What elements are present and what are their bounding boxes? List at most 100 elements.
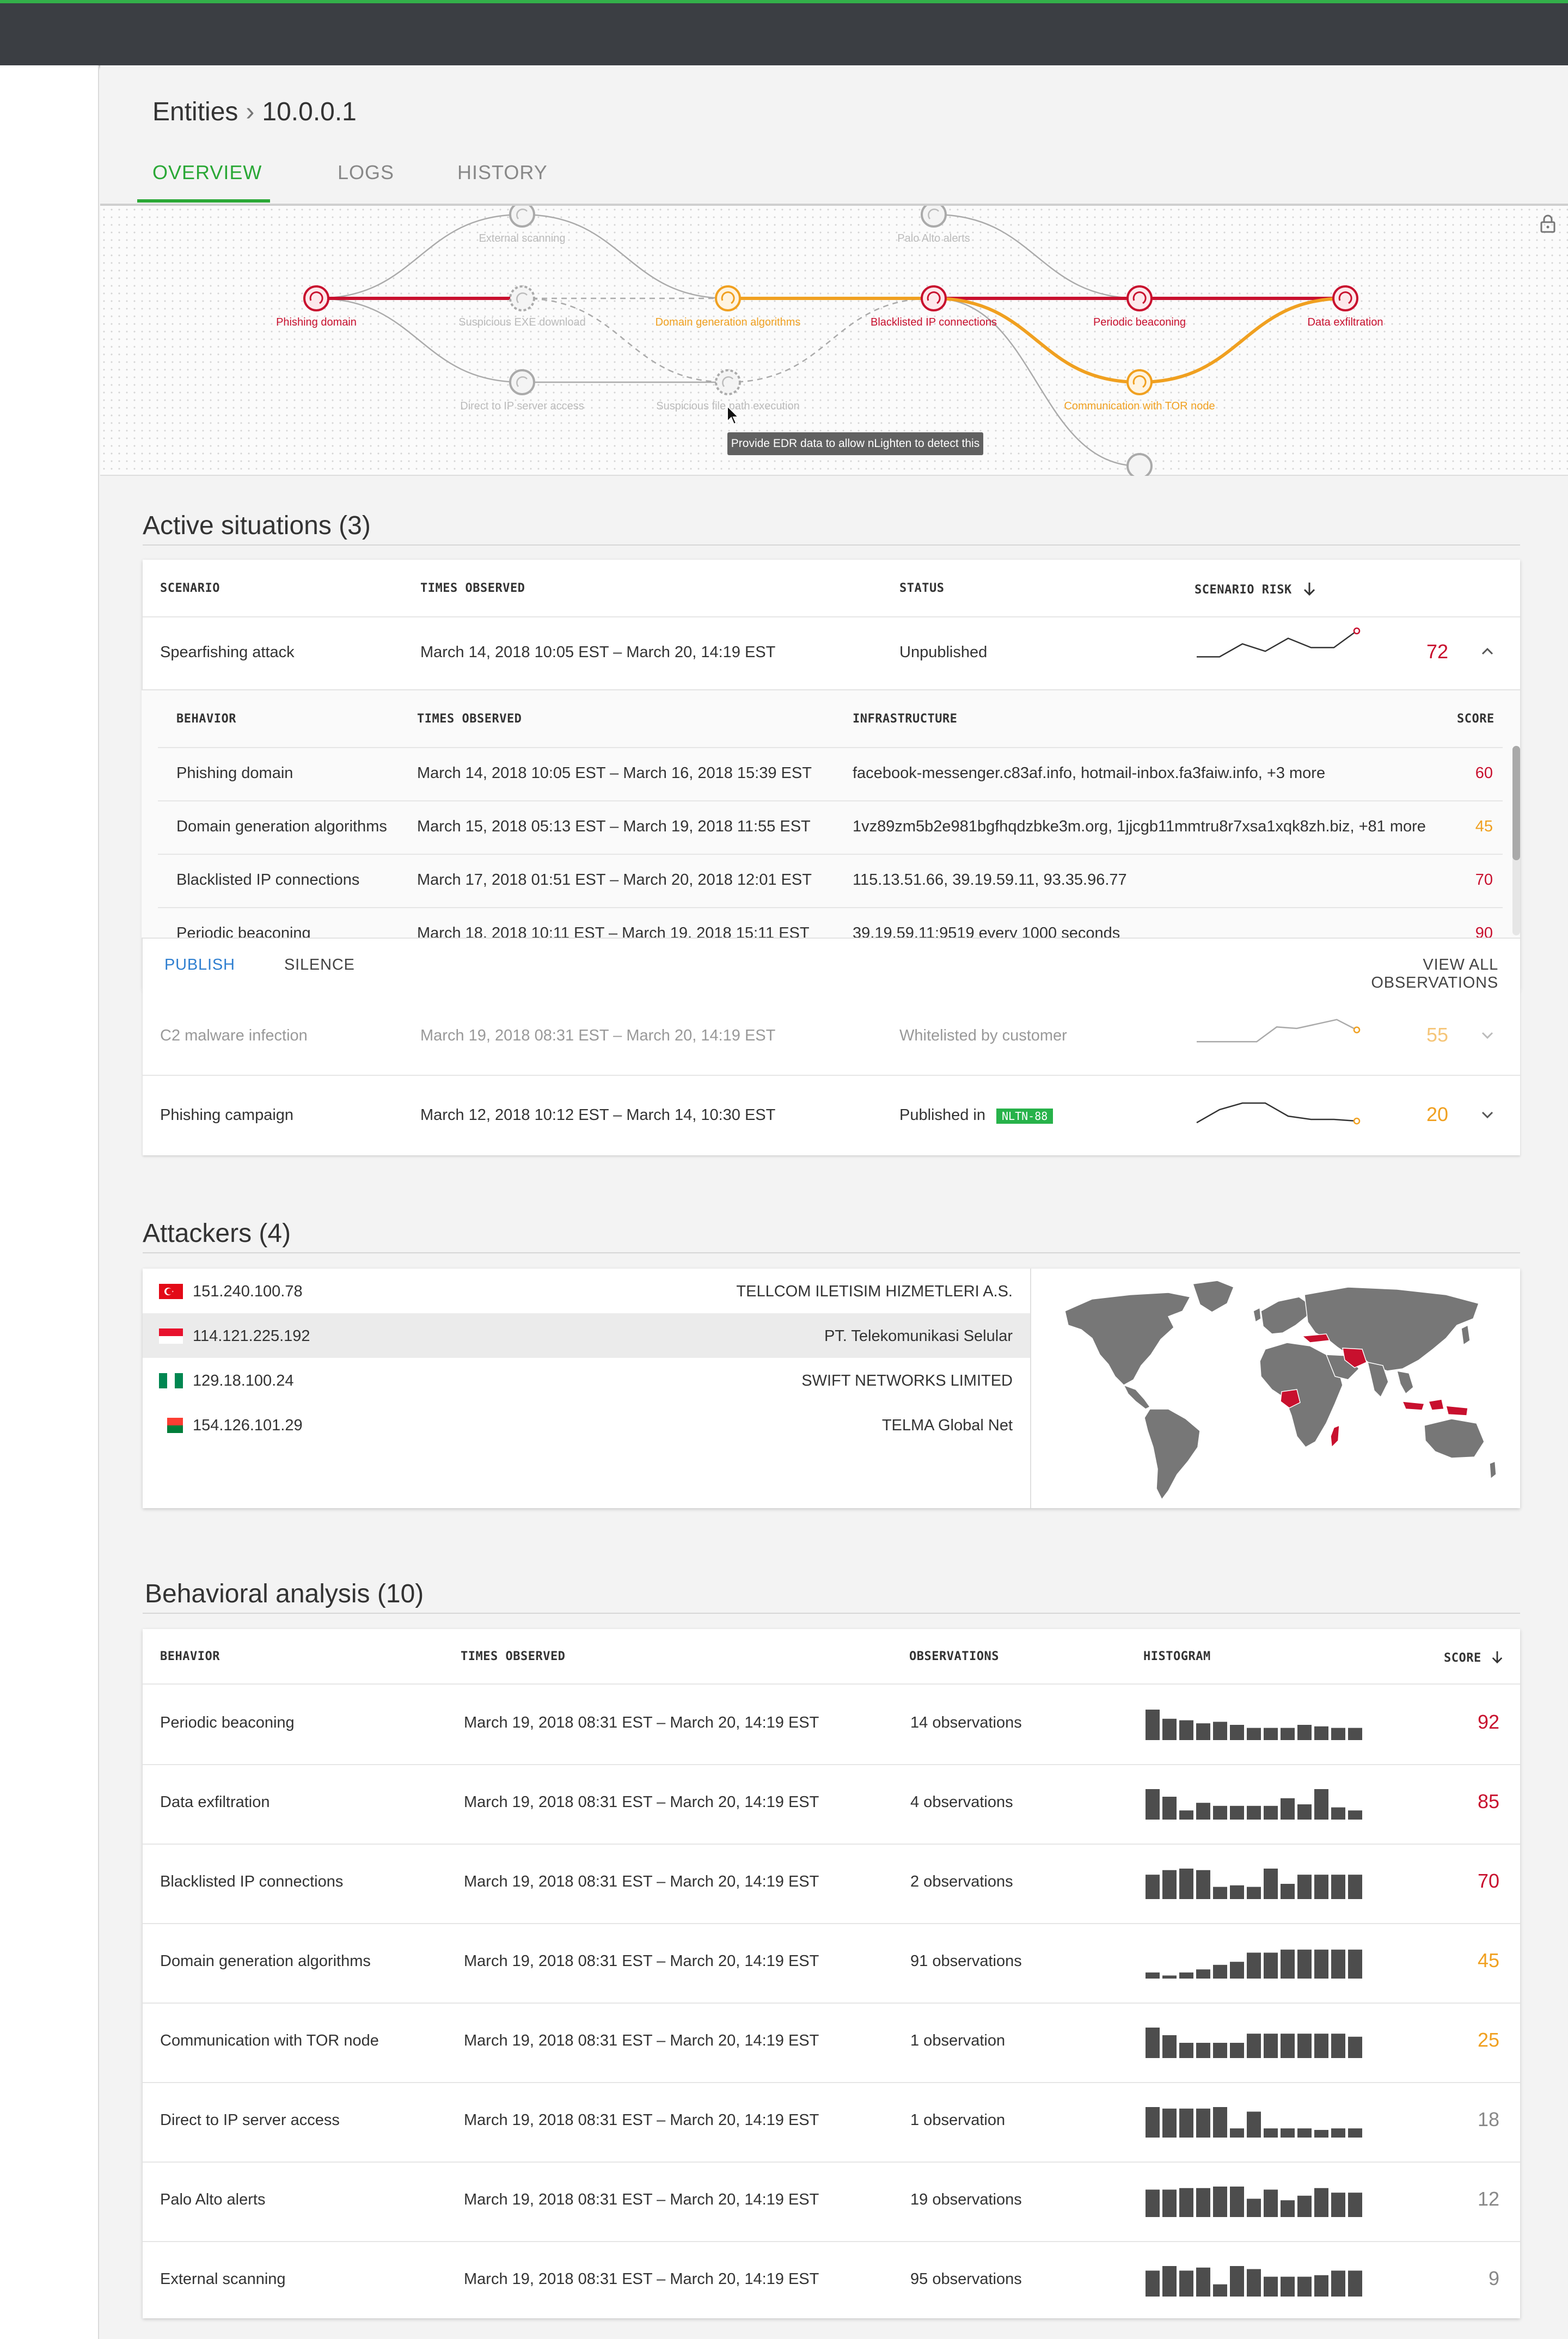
indonesia-flag-icon xyxy=(159,1328,183,1344)
histogram-bar xyxy=(1162,2035,1177,2058)
lock-icon[interactable] xyxy=(1540,215,1556,233)
histogram-bar xyxy=(1213,1964,1227,1979)
histogram-bar xyxy=(1264,1805,1278,1820)
graph-node[interactable]: Phishing domain xyxy=(276,285,357,328)
scenario-risk-score: 20 xyxy=(1426,1103,1448,1125)
sub-header-score[interactable]: SCORE xyxy=(1457,712,1494,726)
observation-count: 95 observations xyxy=(910,2270,1022,2288)
graph-node[interactable]: Periodic beaconing xyxy=(1093,285,1186,328)
histogram-bar xyxy=(1314,2130,1328,2138)
histogram-bar xyxy=(1281,2128,1295,2138)
histogram-bar xyxy=(1264,2276,1278,2297)
header-scenario-risk-label: SCENARIO RISK xyxy=(1195,583,1292,597)
status: Whitelisted by customer xyxy=(899,1027,1067,1044)
histogram-bar xyxy=(1281,1728,1295,1740)
graph-edge xyxy=(1139,297,1346,384)
behavior-score: 18 xyxy=(1477,2108,1499,2130)
histogram-bar xyxy=(1247,2199,1261,2217)
graph-node[interactable]: External scanning xyxy=(479,206,566,244)
chevron-up-icon[interactable] xyxy=(1481,646,1494,657)
breadcrumb-entities-link[interactable]: Entities xyxy=(152,97,238,126)
header-behavior[interactable]: BEHAVIOR xyxy=(160,1650,220,1663)
behavior-score: 45 xyxy=(1477,1949,1499,1971)
view-all-observations-button[interactable]: VIEW ALL OBSERVATIONS xyxy=(1308,956,1498,992)
graph-node[interactable]: Domain generation algorithms xyxy=(656,285,801,328)
sparkline-path xyxy=(1197,630,1357,658)
histogram-bar xyxy=(1196,2043,1210,2058)
histogram-bar xyxy=(1348,1810,1362,1820)
histogram-bar xyxy=(1331,1807,1345,1820)
graph-edge xyxy=(727,297,934,383)
publish-button[interactable]: PUBLISH xyxy=(164,956,235,974)
histogram-bar xyxy=(1331,2270,1345,2297)
chevron-down-icon[interactable] xyxy=(1481,1110,1494,1120)
graph-node[interactable]: Suspicious EXE download xyxy=(458,285,586,328)
graph-node[interactable]: Communication with TOR node xyxy=(1064,369,1215,412)
sort-descending-icon xyxy=(1492,1651,1503,1664)
scenario-risk-score: 72 xyxy=(1426,640,1448,663)
behavior-name: Data exfiltration xyxy=(160,1793,270,1811)
subtable-scrollbar-thumb[interactable] xyxy=(1512,746,1520,860)
histogram-bar xyxy=(1331,1949,1345,1979)
graph-node[interactable]: Palo Alto alerts xyxy=(897,206,970,244)
silence-button[interactable]: SILENCE xyxy=(284,956,355,974)
histogram-bar xyxy=(1146,2270,1160,2297)
histogram-bar xyxy=(1297,2195,1312,2217)
ticket-tag[interactable]: NLTN-88 xyxy=(996,1109,1054,1124)
behavior-name: Palo Alto alerts xyxy=(160,2191,266,2208)
attacker-org: PT. Telekomunikasi Selular xyxy=(824,1327,1013,1345)
behavior-score: 92 xyxy=(1477,1711,1499,1733)
histogram-bar xyxy=(1297,1804,1312,1820)
header-observations[interactable]: OBSERVATIONS xyxy=(909,1650,999,1663)
status: Unpublished xyxy=(899,644,988,661)
histogram-bar xyxy=(1247,1887,1261,1899)
graph-node[interactable]: Blacklisted IP connections xyxy=(871,285,997,328)
attacker-org: TELMA Global Net xyxy=(881,1417,1013,1434)
behavior-score: 12 xyxy=(1477,2188,1499,2210)
risk-sparkline xyxy=(1197,1019,1361,1043)
graph-edge xyxy=(316,213,523,299)
histogram-bar xyxy=(1179,1810,1193,1820)
header-times-observed[interactable]: TIMES OBSERVED xyxy=(420,581,525,595)
graph-node-label: Data exfiltration xyxy=(1308,316,1383,328)
sparkline-path xyxy=(1196,1102,1357,1124)
graph-node-label: Direct to IP server access xyxy=(460,400,584,412)
histogram-bar xyxy=(1247,1805,1261,1820)
histogram-bar xyxy=(1146,1875,1160,1899)
attacker-ip: 154.126.101.29 xyxy=(193,1417,303,1434)
graph-node[interactable]: Data exfiltration xyxy=(1308,285,1383,328)
histogram-bar xyxy=(1213,1887,1227,1899)
sub-infrastructure: 1vz89zm5b2e981bgfhqdzbke3m.org, 1jjcgb11… xyxy=(853,818,1426,835)
header-scenario[interactable]: SCENARIO xyxy=(160,581,220,595)
chevron-down-icon[interactable] xyxy=(1481,1030,1494,1041)
header-times-observed[interactable]: TIMES OBSERVED xyxy=(461,1650,565,1663)
graph-node-circle xyxy=(509,285,535,311)
graph-edge xyxy=(933,213,1140,299)
header-scenario-risk[interactable]: SCENARIO RISK xyxy=(1195,581,1316,597)
histogram-bar xyxy=(1314,1949,1328,1979)
sub-header-times-observed[interactable]: TIMES OBSERVED xyxy=(417,712,522,726)
times-observed: March 19, 2018 08:31 EST – March 20, 14:… xyxy=(464,1793,819,1811)
times-observed: March 19, 2018 08:31 EST – March 20, 14:… xyxy=(464,1952,819,1970)
times-observed: March 19, 2018 08:31 EST – March 20, 14:… xyxy=(464,1873,819,1890)
attacker-ip: 114.121.225.192 xyxy=(193,1327,310,1345)
tab-overview[interactable]: OVERVIEW xyxy=(152,161,262,184)
histogram-bar xyxy=(1230,2128,1244,2138)
sub-header-infrastructure[interactable]: INFRASTRUCTURE xyxy=(853,712,957,726)
sub-score: 60 xyxy=(1475,764,1493,782)
histogram-bar xyxy=(1213,2043,1227,2058)
tab-history[interactable]: HISTORY xyxy=(457,161,548,184)
behavior-histogram xyxy=(1146,2028,1362,2058)
sub-infrastructure: facebook-messenger.c83af.info, hotmail-i… xyxy=(853,764,1326,782)
header-histogram[interactable]: HISTOGRAM xyxy=(1143,1650,1211,1663)
observation-count: 14 observations xyxy=(910,1714,1022,1731)
header-score[interactable]: SCORE xyxy=(1444,1650,1504,1665)
histogram-bar xyxy=(1314,2188,1328,2217)
observation-count: 4 observations xyxy=(910,1793,1013,1811)
tab-logs[interactable]: LOGS xyxy=(338,161,394,184)
sub-header-behavior[interactable]: BEHAVIOR xyxy=(176,712,236,726)
sparkline-end-point xyxy=(1353,1026,1361,1033)
header-status[interactable]: STATUS xyxy=(899,581,944,595)
behavior-score: 70 xyxy=(1477,1870,1499,1892)
histogram-bar xyxy=(1179,1720,1193,1740)
